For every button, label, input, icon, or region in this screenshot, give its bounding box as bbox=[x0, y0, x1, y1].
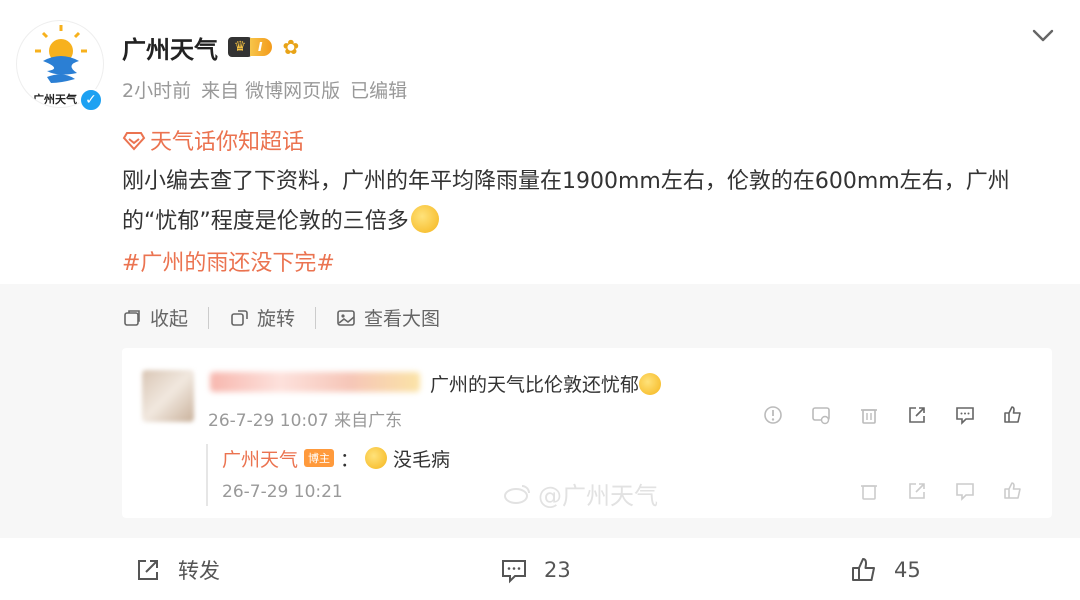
block-icon bbox=[812, 407, 830, 425]
share-icon bbox=[909, 483, 925, 499]
like-button[interactable]: 45 bbox=[850, 556, 921, 584]
expanded-media-area: 收起 旋转 查看大图 广州的天气比伦敦还忧郁 26-7-29 10:07 来自广… bbox=[0, 284, 1080, 538]
super-topic-link[interactable]: 天气话你知超话 bbox=[122, 124, 304, 156]
comment-count: 23 bbox=[544, 558, 571, 582]
repost-button[interactable]: 转发 bbox=[134, 555, 220, 585]
report-icon bbox=[764, 406, 782, 424]
sub-reply-tools bbox=[858, 480, 1024, 502]
comment-text: 广州的天气比伦敦还忧郁 bbox=[430, 370, 662, 397]
comment-count-button[interactable]: 23 bbox=[500, 556, 571, 584]
post-body-text: 刚小编去查了下资料，广州的年平均降雨量在1900mm左右，伦敦的在600mm左右… bbox=[122, 169, 1010, 234]
sub-reply-separator: ： bbox=[340, 448, 360, 471]
sunflower-icon: ✿ bbox=[282, 35, 300, 59]
repost-icon bbox=[138, 560, 158, 580]
sub-reply-author: 广州天气 bbox=[222, 448, 299, 471]
weibo-logo-icon bbox=[504, 484, 530, 504]
vip-badge[interactable]: ♛ I bbox=[228, 36, 273, 58]
rotate-icon bbox=[231, 309, 248, 326]
like-icon bbox=[852, 558, 875, 581]
post-body: 刚小编去查了下资料，广州的年平均降雨量在1900mm左右，伦敦的在600mm左右… bbox=[122, 162, 1062, 242]
collapse-button[interactable]: 收起 bbox=[122, 304, 208, 331]
rotate-button[interactable]: 旋转 bbox=[209, 304, 315, 331]
crown-icon: ♛ bbox=[228, 37, 252, 57]
post-meta: 2小时前 来自 微博网页版 已编辑 bbox=[122, 76, 407, 103]
delete-icon bbox=[861, 409, 877, 424]
post-footer: 转发 23 45 bbox=[0, 540, 1080, 600]
chevron-down-icon[interactable] bbox=[1030, 22, 1056, 48]
shy-face-emoji-icon bbox=[410, 205, 439, 233]
like-icon bbox=[1004, 482, 1021, 499]
comment-icon bbox=[956, 483, 974, 501]
crying-laugh-emoji-icon bbox=[365, 447, 388, 469]
comment-text-content: 广州的天气比伦敦还忧郁 bbox=[430, 374, 640, 396]
delete-icon bbox=[861, 485, 877, 500]
rotate-label: 旋转 bbox=[257, 308, 296, 330]
vip-level: I bbox=[250, 38, 273, 56]
sub-reply-line: 广州天气 博主 ： 没毛病 bbox=[222, 444, 986, 472]
comment-screenshot: 广州的天气比伦敦还忧郁 26-7-29 10:07 来自广东 广州天气 博主 ：… bbox=[122, 348, 1052, 518]
media-actions: 收起 旋转 查看大图 bbox=[122, 304, 460, 331]
super-topic-label: 天气话你知超话 bbox=[150, 130, 305, 155]
share-icon bbox=[909, 407, 925, 423]
collapse-label: 收起 bbox=[150, 308, 189, 330]
author-name[interactable]: 广州天气 bbox=[122, 30, 218, 65]
comment-icon bbox=[502, 560, 526, 584]
commenter-avatar-blurred bbox=[142, 370, 194, 422]
weibo-post: 广州天气 ✓ 广州天气 ♛ I ✿ 2小时前 来自 微博网页版 已编辑 天气话你… bbox=[0, 0, 1080, 282]
post-edited[interactable]: 已编辑 bbox=[350, 76, 407, 103]
avatar-caption: 广州天气 bbox=[33, 93, 77, 106]
post-source: 来自 微博网页版 bbox=[201, 80, 341, 102]
view-large-label: 查看大图 bbox=[364, 308, 441, 330]
crying-laugh-emoji-icon bbox=[639, 373, 662, 395]
verified-badge-icon: ✓ bbox=[79, 88, 103, 112]
image-icon bbox=[337, 309, 355, 326]
post-time[interactable]: 2小时前 bbox=[122, 76, 191, 103]
comment-meta: 26-7-29 10:07 来自广东 bbox=[208, 411, 403, 431]
sub-reply-text: 没毛病 bbox=[393, 448, 451, 471]
like-count: 45 bbox=[894, 558, 921, 582]
diamond-icon bbox=[122, 132, 146, 151]
commenter-name-blurred bbox=[210, 372, 420, 392]
weibo-watermark: @广州天气 bbox=[504, 476, 658, 511]
like-icon bbox=[1004, 406, 1021, 423]
repost-label: 转发 bbox=[178, 559, 220, 583]
collapse-icon bbox=[124, 309, 140, 326]
author-row: 广州天气 ♛ I ✿ bbox=[122, 30, 299, 64]
view-large-button[interactable]: 查看大图 bbox=[316, 304, 460, 331]
hashtag-link[interactable]: #广州的雨还没下完# bbox=[122, 245, 335, 277]
watermark-text: @广州天气 bbox=[538, 482, 658, 510]
comment-tools bbox=[762, 404, 1024, 426]
comment-icon bbox=[956, 407, 974, 425]
blogger-badge: 博主 bbox=[304, 449, 335, 467]
